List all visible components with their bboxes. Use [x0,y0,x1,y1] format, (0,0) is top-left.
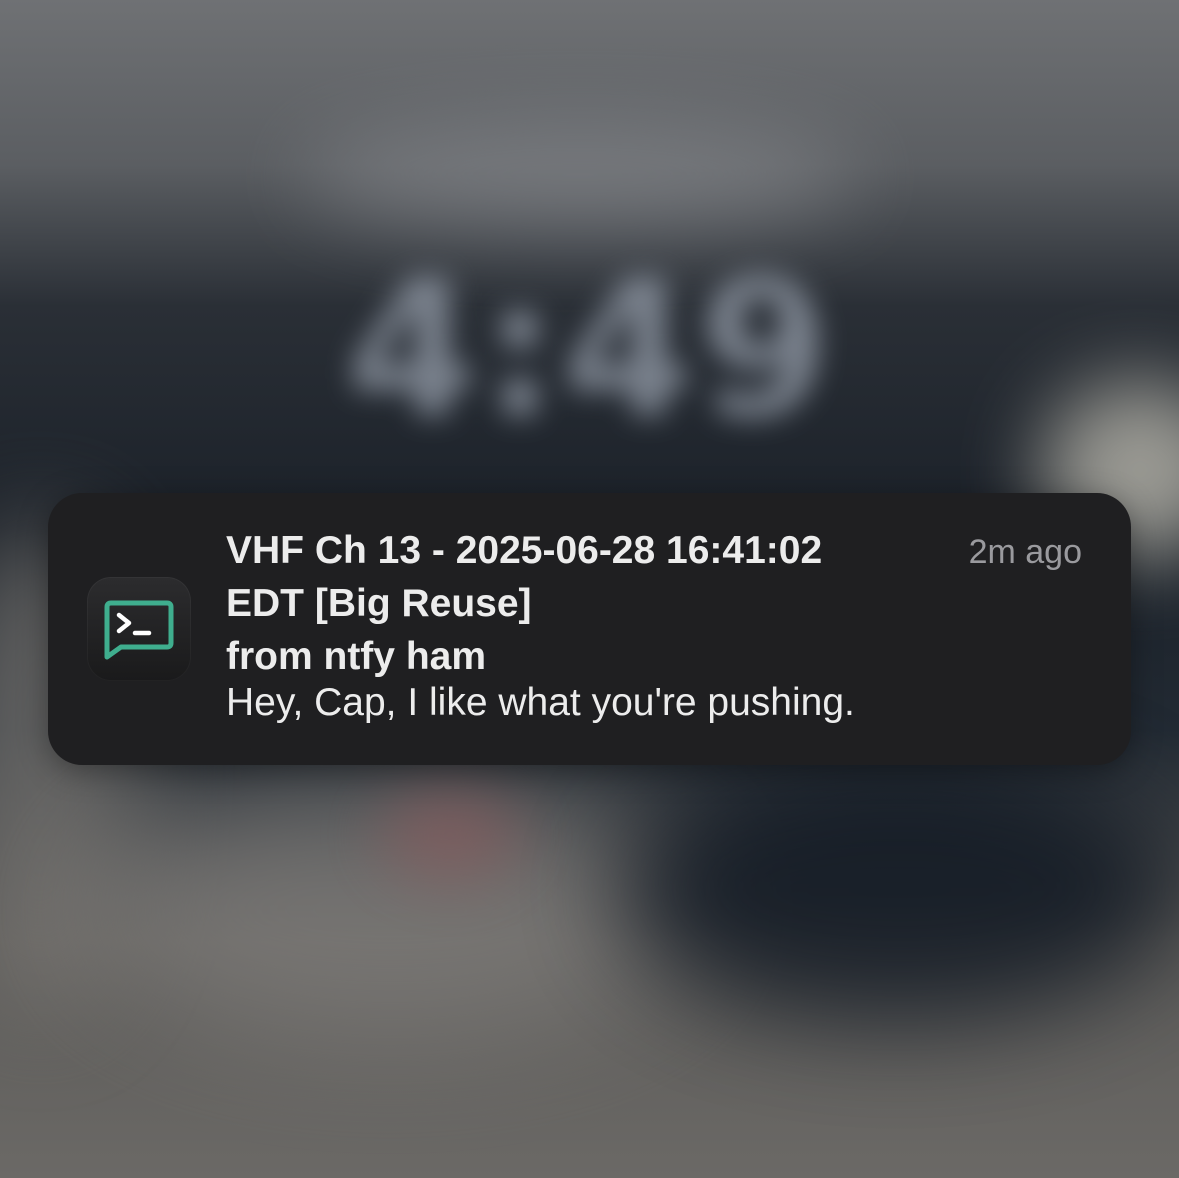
notification-timestamp: 2m ago [968,533,1082,571]
background-blur-shape [380,790,520,880]
terminal-chat-icon [104,600,174,660]
lock-screen-clock: 4:49 [345,239,835,460]
app-icon [87,577,191,681]
lock-screen: 4:49 VHF Ch 13 - 2025-06-28 16:41:02 EDT… [0,0,1179,1178]
notification-title: VHF Ch 13 - 2025-06-28 16:41:02 EDT [Big… [226,529,823,678]
notification-body: Hey, Cap, I like what you're pushing. [226,681,855,724]
background-blur-shape [620,760,1179,1020]
background-blur-shape [300,120,860,230]
